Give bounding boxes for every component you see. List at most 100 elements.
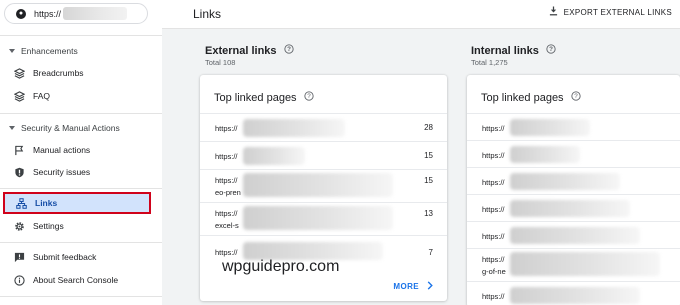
svg-text:?: ? [287,46,291,53]
help-icon[interactable]: ? [283,44,294,57]
table-row[interactable]: https:// [467,113,680,140]
sidebar-item-label: Manual actions [33,145,91,155]
section-enhancements[interactable]: Enhancements [9,46,78,56]
property-selector[interactable]: ● https:// [4,3,148,24]
help-icon[interactable]: ? [570,91,581,104]
redacted-url [510,227,640,244]
chevron-right-icon [427,281,433,292]
table-row[interactable]: https:// eo-pren 15 [200,169,447,202]
sidebar-item-about[interactable]: About Search Console [0,270,162,290]
row-url[interactable]: https:// [482,232,505,241]
section-security[interactable]: Security & Manual Actions [9,123,120,133]
row-count: 7 [428,248,433,257]
internal-links-title-text: Internal links [471,44,539,57]
row-url-suffix: g-of-ne [482,267,506,276]
divider [0,188,162,189]
row-url[interactable]: https:// [482,124,505,133]
caret-down-icon [9,49,15,53]
sidebar-item-label: Submit feedback [33,252,97,262]
row-count: 13 [424,209,433,218]
internal-top-linked-pages-card: Top linked pages ? https:// https:// htt… [467,75,680,305]
redacted-url [510,200,630,217]
svg-text:?: ? [307,93,311,100]
property-url-prefix: https:// [34,8,62,19]
row-count: 28 [424,123,433,132]
external-links-total: Total 108 [205,58,236,67]
row-url[interactable]: https:// [482,178,505,187]
table-row[interactable]: https:// [467,221,680,248]
faq-icon [14,90,25,102]
internal-links-title: Internal links ? [471,44,556,57]
redacted-url [510,146,580,163]
row-url[interactable]: https:// [482,151,505,160]
row-url[interactable]: https:// [482,255,505,264]
table-row[interactable]: https:// excel-s 13 [200,202,447,235]
export-external-links-button[interactable]: EXPORT EXTERNAL LINKS [549,6,672,18]
sidebar-item-settings[interactable]: Settings [0,216,162,236]
row-url[interactable]: https:// [482,205,505,214]
external-links-title-text: External links [205,44,277,57]
sidebar: ● https:// Enhancements Breadcrumbs FAQ … [0,0,162,305]
table-row[interactable]: https:// g-of-ne [467,248,680,281]
card-title-text: Top linked pages [214,91,297,104]
redacted-url [243,173,393,197]
sidebar-item-security-issues[interactable]: Security issues [0,162,162,182]
more-button[interactable]: MORE [393,281,433,292]
row-count: 15 [424,151,433,160]
sidebar-item-label: About Search Console [33,275,119,285]
row-url[interactable]: https:// [215,124,238,133]
divider [0,242,162,243]
sidebar-item-manual-actions[interactable]: Manual actions [0,140,162,160]
row-url[interactable]: https:// [215,248,238,257]
card-title: Top linked pages ? [481,91,581,104]
export-label: EXPORT EXTERNAL LINKS [563,7,672,17]
row-url[interactable]: https:// [215,152,238,161]
watermark-text: wpguidepro.com [222,258,340,275]
sidebar-item-label: FAQ [33,91,51,101]
property-url-redacted [63,7,128,20]
sidebar-item-label: Breadcrumbs [33,68,84,78]
row-url[interactable]: https:// [482,292,505,301]
caret-down-icon [9,126,15,130]
row-url-suffix: eo-pren [215,188,241,197]
card-title: Top linked pages ? [214,91,314,104]
redacted-url [510,173,620,190]
svg-text:?: ? [549,46,553,53]
help-icon[interactable]: ? [546,44,556,57]
more-label: MORE [393,282,419,291]
card-title-text: Top linked pages [481,91,564,104]
sitemap-icon [16,197,27,209]
redacted-url [510,119,590,136]
table-row[interactable]: https:// [467,281,680,305]
sidebar-item-label: Settings [33,221,64,231]
shield-icon [14,167,25,178]
redacted-url [243,147,305,165]
breadcrumbs-icon [14,67,25,79]
svg-text:?: ? [574,93,578,100]
sidebar-item-breadcrumbs[interactable]: Breadcrumbs [0,63,162,83]
divider [0,35,162,36]
sidebar-item-links[interactable]: Links [3,192,151,214]
flag-icon [14,145,25,156]
divider [0,113,162,114]
table-row[interactable]: https:// [467,140,680,167]
table-row[interactable]: https:// [467,167,680,194]
redacted-url [243,119,345,137]
table-row[interactable]: https:// 15 [200,141,447,169]
row-count: 15 [424,176,433,185]
section-security-label: Security & Manual Actions [21,123,120,133]
site-favicon-icon: ● [16,8,26,19]
redacted-url [510,287,640,304]
sidebar-item-submit-feedback[interactable]: Submit feedback [0,247,162,267]
table-row[interactable]: https:// 28 [200,113,447,141]
row-url-suffix: excel-s [215,221,239,230]
row-url[interactable]: https:// [215,209,238,218]
table-row[interactable]: https:// [467,194,680,221]
help-icon[interactable]: ? [303,91,314,104]
row-url[interactable]: https:// [215,176,238,185]
sidebar-item-faq[interactable]: FAQ [0,86,162,106]
divider [0,296,162,297]
info-icon [14,274,25,286]
external-links-title: External links ? [205,44,294,57]
download-icon [549,6,558,18]
